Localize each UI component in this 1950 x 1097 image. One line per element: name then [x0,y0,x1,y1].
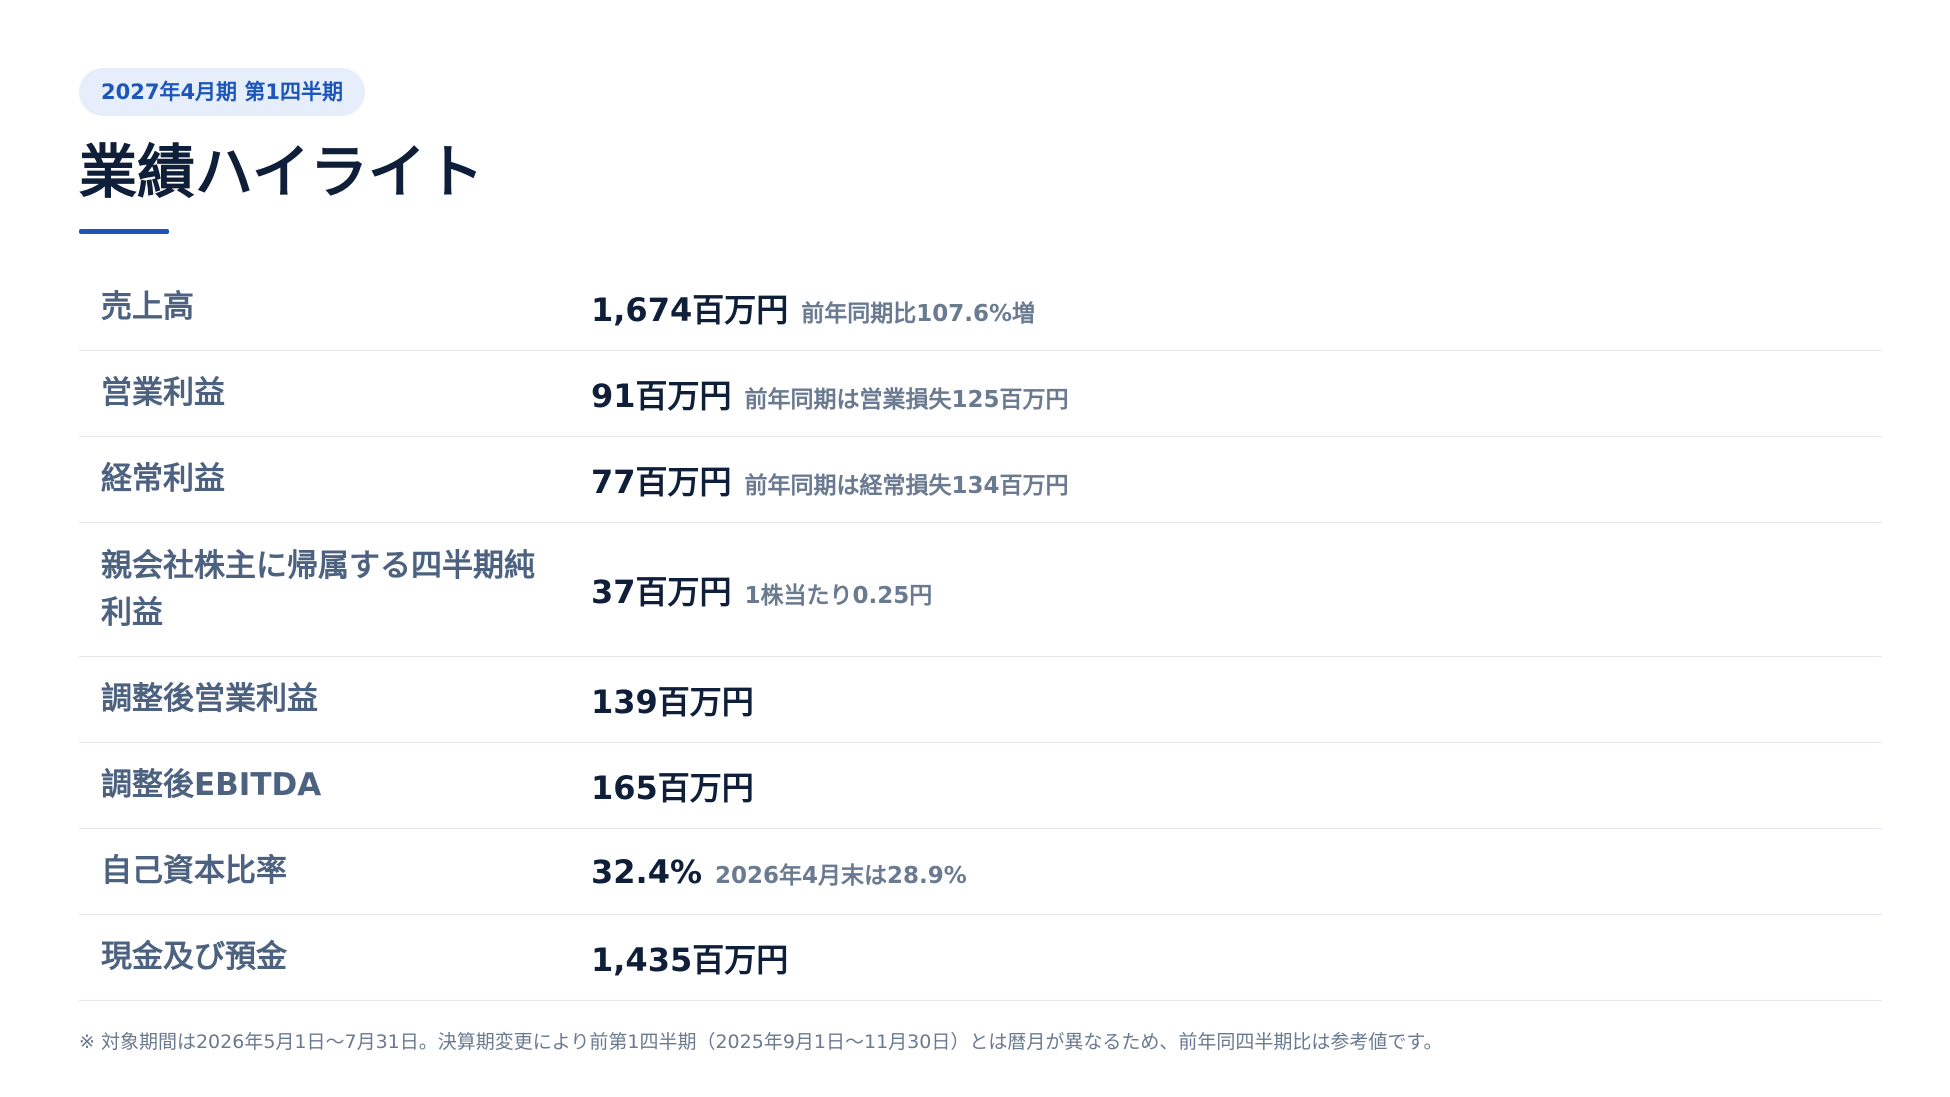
row-note: 前年同期は営業損失125百万円 [744,386,1069,413]
row-label: 自己資本比率 [101,853,287,889]
row-value: 77百万円 前年同期は経常損失134百万円 [591,457,1882,503]
footnote: ※ 対象期間は2026年5月1日〜7月31日。決算期変更により前第1四半期（20… [79,1031,1443,1053]
row-main-value: 1,674百万円 [591,290,789,329]
row-main-value: 91百万円 [591,376,732,415]
row-note: 前年同期は経常損失134百万円 [744,472,1069,499]
row-main-value: 139百万円 [591,682,754,721]
table-row-net-sales: 売上高 1,674百万円 前年同期比107.6%増 [79,265,1882,351]
row-label: 経常利益 [101,461,225,497]
row-label: 親会社株主に帰属する四半期純利益 [101,547,535,631]
period-badge: 2027年4月期 第1四半期 [79,68,365,116]
row-main-value: 32.4% [591,852,703,891]
row-value: 1,435百万円 [591,935,1882,981]
row-main-value: 77百万円 [591,462,732,501]
row-value: 165百万円 [591,763,1882,809]
table-row-equity-ratio: 自己資本比率 32.4% 2026年4月末は28.9% [79,829,1882,915]
table-row-operating-profit: 営業利益 91百万円 前年同期は営業損失125百万円 [79,351,1882,437]
row-value: 32.4% 2026年4月末は28.9% [591,853,1882,891]
table-row-adjusted-ebitda: 調整後EBITDA 165百万円 [79,743,1882,829]
table-row-net-income: 親会社株主に帰属する四半期純利益 37百万円 1株当たり0.25円 [79,523,1882,657]
row-value: 37百万円 1株当たり0.25円 [591,567,1882,613]
highlights-table: 売上高 1,674百万円 前年同期比107.6%増 営業利益 91百万円 前年同… [79,265,1882,1001]
row-label: 現金及び預金 [101,939,287,975]
row-value: 139百万円 [591,677,1882,723]
row-value: 91百万円 前年同期は営業損失125百万円 [591,371,1882,417]
row-note: 前年同期比107.6%増 [801,300,1036,327]
row-label: 営業利益 [101,375,225,411]
title-underline [79,229,169,234]
table-row-ordinary-profit: 経常利益 77百万円 前年同期は経常損失134百万円 [79,437,1882,523]
row-label: 売上高 [101,289,194,325]
row-note: 2026年4月末は28.9% [715,862,967,889]
table-row-cash: 現金及び預金 1,435百万円 [79,915,1882,1001]
highlights-slide: 2027年4月期 第1四半期 業績ハイライト 売上高 1,674百万円 前年同期… [79,0,1882,1097]
row-note: 1株当たり0.25円 [744,582,933,609]
row-main-value: 37百万円 [591,572,732,611]
table-row-adjusted-operating-profit: 調整後営業利益 139百万円 [79,657,1882,743]
row-value: 1,674百万円 前年同期比107.6%増 [591,285,1882,331]
page-title: 業績ハイライト [79,138,484,206]
row-label: 調整後営業利益 [101,681,318,717]
row-label: 調整後EBITDA [101,767,322,803]
row-main-value: 165百万円 [591,768,754,807]
row-main-value: 1,435百万円 [591,940,789,979]
